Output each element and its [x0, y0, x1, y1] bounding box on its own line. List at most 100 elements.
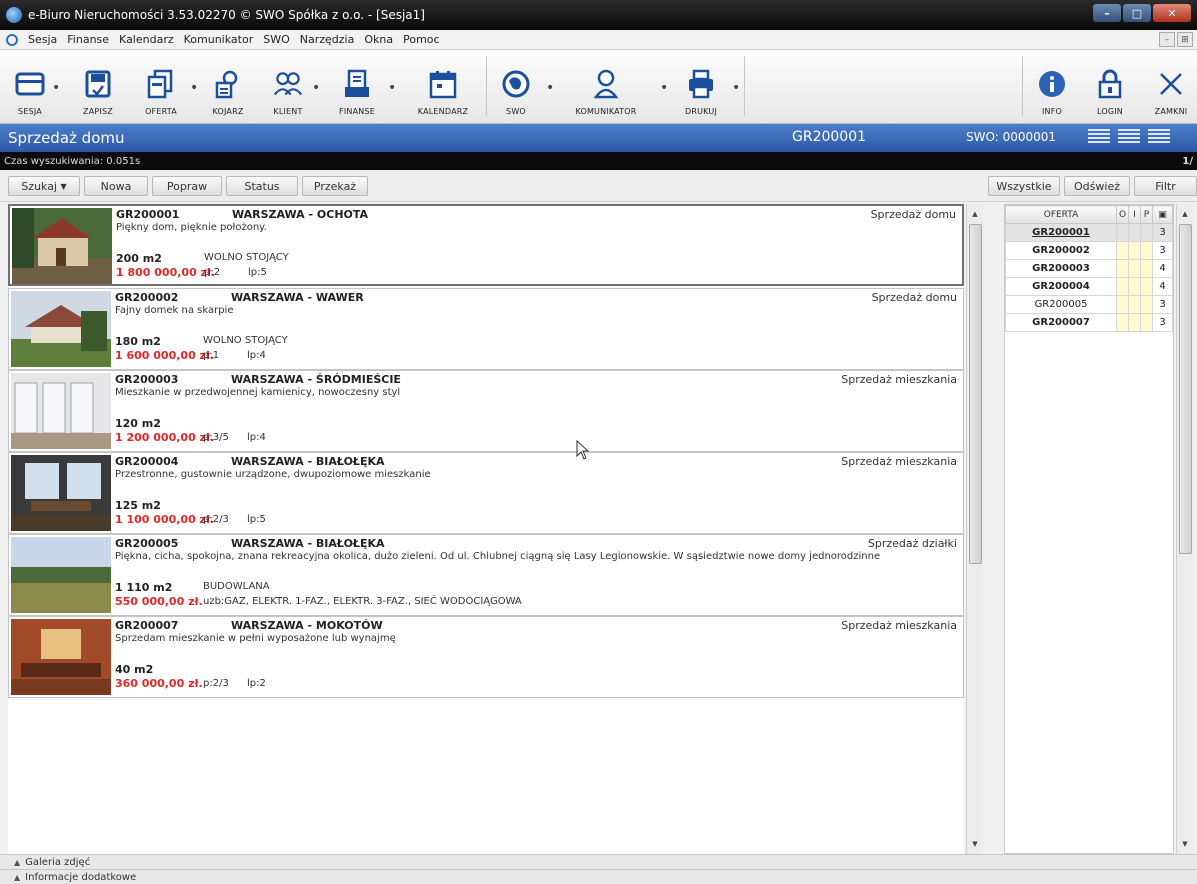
scroll-down-icon[interactable]: ▼ — [1177, 836, 1193, 852]
column-header[interactable]: OFERTA — [1005, 205, 1117, 224]
finanse-dropdown-icon[interactable]: • — [388, 80, 396, 96]
view-icons — [1088, 129, 1170, 145]
detail-view-icon[interactable] — [1118, 129, 1140, 145]
filter-button[interactable]: Filtr — [1134, 176, 1197, 196]
drukuj-button[interactable]: DRUKUJ — [678, 54, 724, 120]
info-icon — [1037, 69, 1067, 99]
apartment-photo — [11, 373, 111, 449]
listing-kind: Sprzedaż mieszkania — [841, 619, 957, 632]
listing-code: GR200002 — [115, 291, 179, 304]
search-status: Czas wyszukiwania: 0.051s 1/ — [0, 152, 1197, 170]
listing-price: 550 000,00 zł. — [115, 595, 203, 608]
mdi-minimize-button[interactable]: – — [1159, 32, 1175, 47]
search-time: Czas wyszukiwania: 0.051s — [4, 155, 141, 167]
menu-komunikator[interactable]: Komunikator — [179, 33, 259, 46]
list-view-icon[interactable] — [1088, 129, 1110, 145]
listing-area: 40 m2 — [115, 663, 154, 676]
login-button[interactable]: LOGIN — [1088, 54, 1132, 120]
toolbar-separator — [486, 56, 487, 116]
maximize-button[interactable]: □ — [1123, 4, 1151, 22]
listing-card[interactable]: GR200002 WARSZAWA - WAWER Sprzedaż domu … — [8, 288, 964, 370]
offer-side-panel: OFERTA O I P ▣ GR200001 3 GR200002 3 GR2… — [1004, 204, 1174, 854]
oferta-dropdown-icon[interactable]: • — [190, 80, 198, 96]
listing-card[interactable]: GR200005 WARSZAWA - BIAŁOŁĘKA Sprzedaż d… — [8, 534, 964, 616]
sesja-button[interactable]: SESJA — [12, 54, 48, 120]
kalendarz-button[interactable]: KALENDARZ — [406, 54, 480, 120]
komunikator-dropdown-icon[interactable]: • — [660, 80, 668, 96]
scroll-up-icon[interactable]: ▲ — [1177, 206, 1193, 222]
listing-code: GR200001 — [116, 208, 180, 221]
table-row[interactable]: GR200003 4 — [1005, 259, 1173, 278]
klient-dropdown-icon[interactable]: • — [312, 80, 320, 96]
kojarz-button[interactable]: KOJARZ — [208, 54, 248, 120]
table-row[interactable]: GR200005 3 — [1005, 295, 1173, 314]
transfer-button[interactable]: Przekaż — [302, 176, 368, 196]
table-row[interactable]: GR200004 4 — [1005, 277, 1173, 296]
listing-floor: p:2/3 — [203, 678, 229, 689]
zamknij-label: ZAMKNI — [1154, 107, 1188, 116]
all-button[interactable]: Wszystkie — [988, 176, 1060, 196]
chevron-down-icon: ▼ — [60, 181, 67, 191]
row-code: GR200007 — [1005, 313, 1117, 332]
listing-rooms: lp:4 — [247, 432, 266, 443]
menu-pomoc[interactable]: Pomoc — [398, 33, 444, 46]
side-scrollbar[interactable]: ▲ ▼ — [1176, 204, 1193, 854]
column-header[interactable]: O — [1116, 205, 1129, 224]
menu-sesja[interactable]: Sesja — [23, 33, 62, 46]
drukuj-dropdown-icon[interactable]: • — [732, 80, 740, 96]
menu-kalendarz[interactable]: Kalendarz — [114, 33, 179, 46]
sesja-dropdown-icon[interactable]: • — [52, 80, 60, 96]
listing-scrollbar[interactable]: ▲ ▼ — [966, 204, 983, 854]
listing-card[interactable]: GR200004 WARSZAWA - BIAŁOŁĘKA Sprzedaż m… — [8, 452, 964, 534]
komunikator-button[interactable]: KOMUNIKATOR — [560, 54, 652, 120]
table-row[interactable]: GR200001 3 — [1005, 223, 1173, 242]
land-photo — [11, 537, 111, 613]
table-row[interactable]: GR200002 3 — [1005, 241, 1173, 260]
scroll-thumb[interactable] — [969, 224, 982, 564]
status-button[interactable]: Status — [226, 176, 298, 196]
edit-button[interactable]: Popraw — [152, 176, 222, 196]
info-expander[interactable]: ▲ Informacje dodatkowe — [0, 869, 1197, 884]
menu-okna[interactable]: Okna — [359, 33, 398, 46]
row-p — [1140, 313, 1153, 332]
listing-city: WARSZAWA - BIAŁOŁĘKA — [231, 455, 385, 468]
menu-swo[interactable]: SWO — [258, 33, 295, 46]
zamknij-button[interactable]: ZAMKNI — [1148, 54, 1194, 120]
klient-button[interactable]: KLIENT — [268, 54, 308, 120]
row-p — [1140, 295, 1153, 314]
scroll-thumb[interactable] — [1179, 224, 1192, 554]
search-button[interactable]: Szukaj ▼ — [8, 176, 80, 196]
apartment-photo — [11, 455, 111, 531]
column-header[interactable]: I — [1128, 205, 1141, 224]
listing-card[interactable]: GR200007 WARSZAWA - MOKOTÓW Sprzedaż mie… — [8, 616, 964, 698]
window-title: e-Biuro Nieruchomości 3.53.02270 © SWO S… — [28, 8, 425, 22]
row-i — [1128, 295, 1141, 314]
login-label: LOGIN — [1096, 107, 1123, 116]
search-label: Szukaj — [21, 179, 58, 193]
info-button[interactable]: INFO — [1030, 54, 1074, 120]
column-header[interactable]: P — [1140, 205, 1153, 224]
mdi-restore-button[interactable]: ⊞ — [1177, 32, 1193, 47]
swo-button[interactable]: SWO — [496, 54, 536, 120]
scroll-down-icon[interactable]: ▼ — [967, 836, 983, 852]
zapisz-button[interactable]: ZAPISZ — [80, 54, 116, 120]
swo-dropdown-icon[interactable]: • — [546, 80, 554, 96]
listing-floor: p:3/5 — [203, 432, 229, 443]
menu-narzedzia[interactable]: Narzędzia — [295, 33, 360, 46]
gallery-expander[interactable]: ▲ Galeria zdjęć — [0, 854, 1197, 869]
new-button[interactable]: Nowa — [84, 176, 148, 196]
listing-price: 1 600 000,00 zł. — [115, 349, 215, 362]
scroll-up-icon[interactable]: ▲ — [967, 206, 983, 222]
oferta-button[interactable]: OFERTA — [138, 54, 184, 120]
close-button[interactable]: ✕ — [1153, 4, 1191, 22]
table-row[interactable]: GR200007 3 — [1005, 313, 1173, 332]
refresh-button[interactable]: Odśwież — [1064, 176, 1130, 196]
drukuj-label: DRUKUJ — [684, 107, 718, 116]
minimize-button[interactable]: – — [1093, 4, 1121, 22]
finanse-button[interactable]: FINANSE — [334, 54, 380, 120]
listing-card[interactable]: GR200001 WARSZAWA - OCHOTA Sprzedaż domu… — [8, 204, 964, 286]
listing-card[interactable]: GR200003 WARSZAWA - ŚRÓDMIEŚCIE Sprzedaż… — [8, 370, 964, 452]
menu-finanse[interactable]: Finanse — [62, 33, 114, 46]
grid-view-icon[interactable] — [1148, 129, 1170, 145]
page-title: Sprzedaż domu — [8, 129, 125, 147]
